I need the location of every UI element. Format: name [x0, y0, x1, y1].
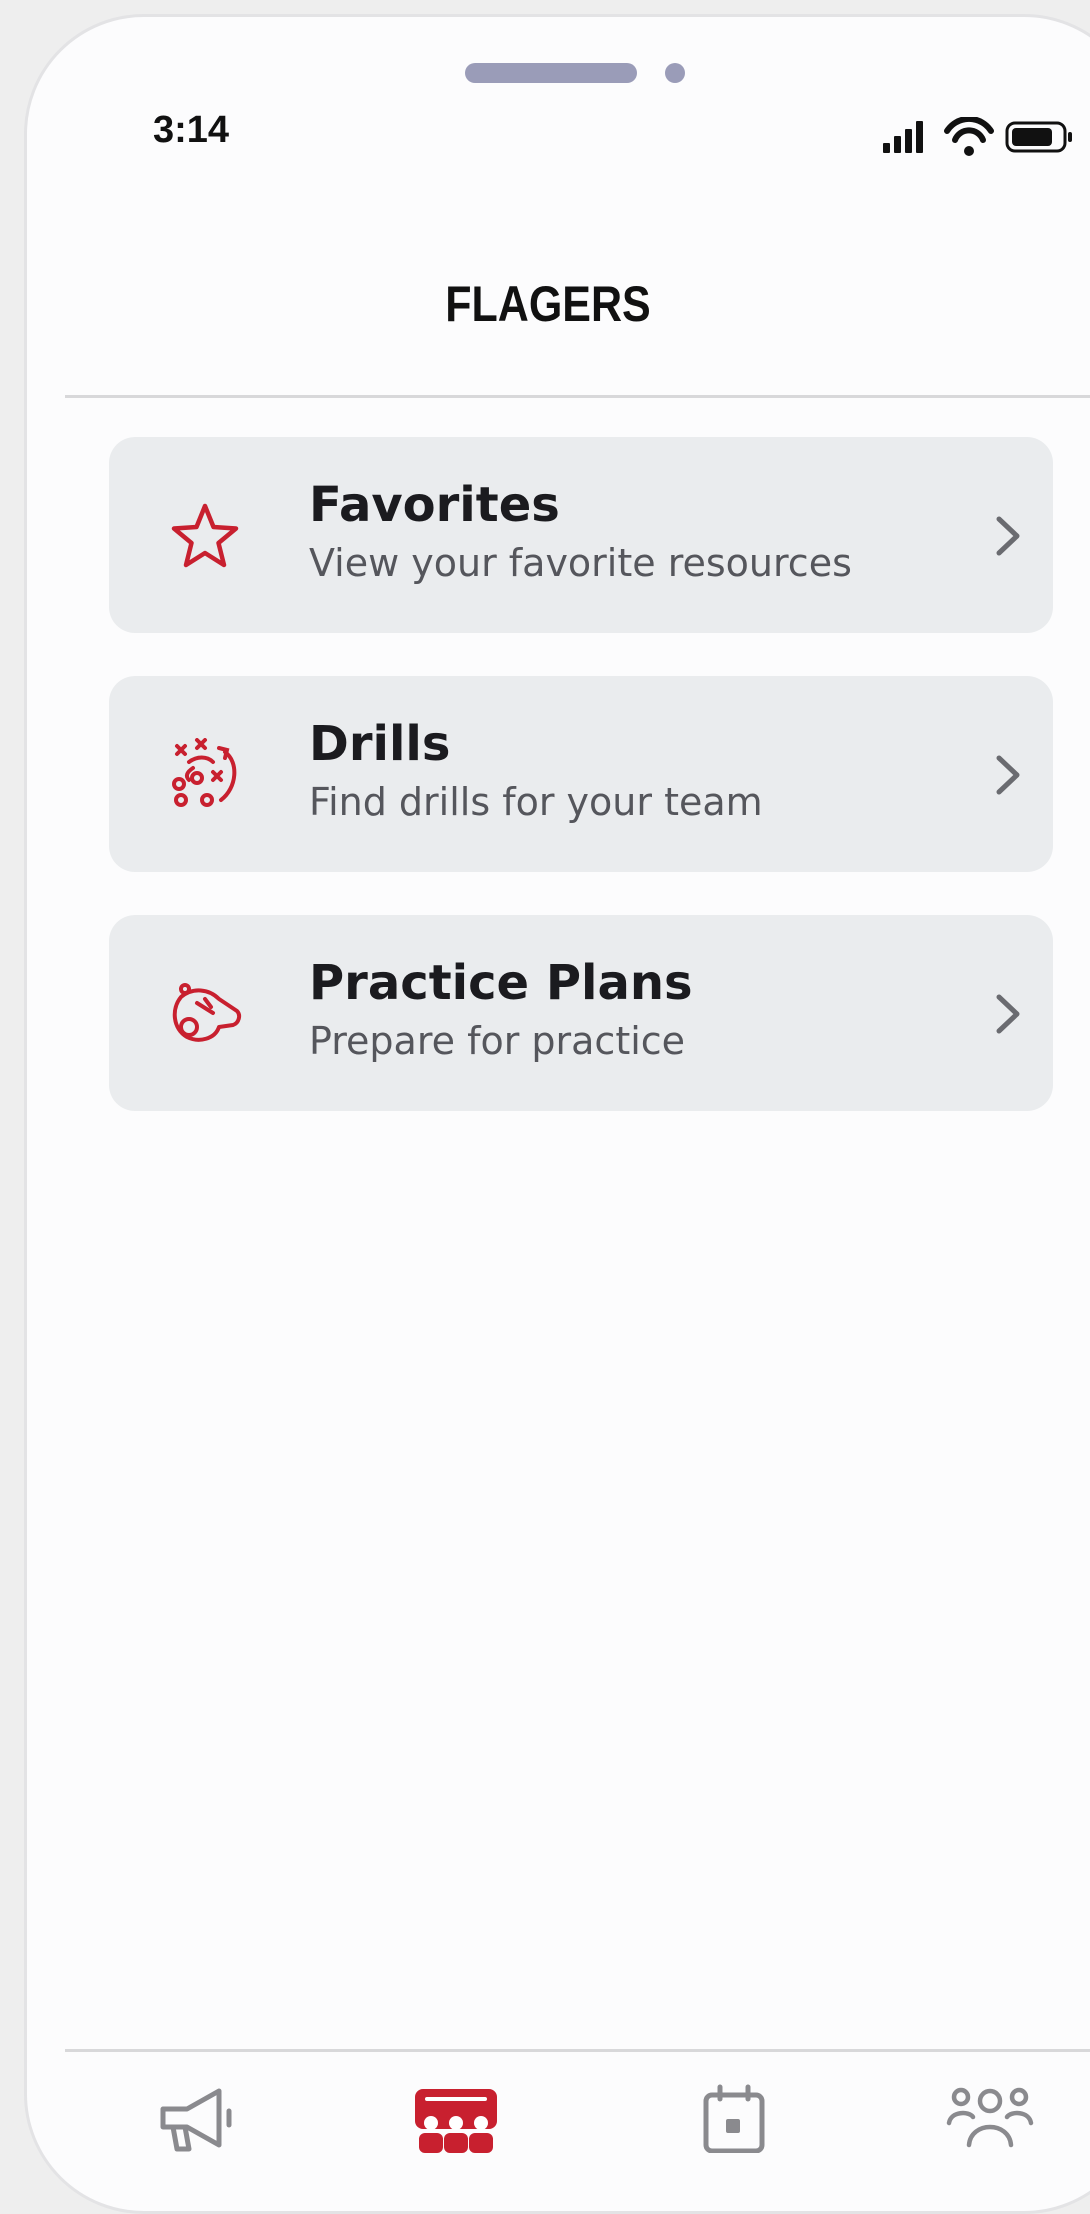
phone-screen: 3:14 FLAGERS Favorites View your favorit… [24, 14, 1090, 2214]
calendar-icon [703, 2084, 765, 2154]
whistle-icon [167, 977, 243, 1053]
tab-calendar[interactable] [690, 2083, 780, 2154]
megaphone-icon [160, 2088, 232, 2152]
dynamic-island-pill [465, 63, 637, 83]
menu-item-title: Practice Plans [309, 955, 693, 1011]
battery-icon [1005, 121, 1072, 153]
people-icon [946, 2087, 1034, 2148]
team-icon [415, 2089, 497, 2153]
menu-item-drills[interactable]: Drills Find drills for your team [109, 676, 1053, 872]
status-time: 3:14 [153, 109, 230, 151]
tab-bar-divider [65, 2049, 1090, 2052]
chevron-right-icon [991, 752, 1025, 798]
signal-icon [883, 121, 923, 153]
menu-item-title: Favorites [309, 477, 560, 533]
tab-people[interactable] [945, 2083, 1035, 2153]
menu-item-favorites[interactable]: Favorites View your favorite resources [109, 437, 1053, 633]
menu-item-subtitle: Prepare for practice [309, 1019, 686, 1063]
header-divider [65, 395, 1090, 398]
playbook-icon [167, 738, 243, 814]
chevron-right-icon [991, 513, 1025, 559]
tab-team[interactable] [411, 2083, 501, 2153]
camera-dot [665, 63, 685, 83]
tab-announcements[interactable] [153, 2083, 243, 2153]
status-icons [875, 115, 1085, 157]
menu-item-practice-plans[interactable]: Practice Plans Prepare for practice [109, 915, 1053, 1111]
chevron-right-icon [991, 991, 1025, 1037]
wifi-icon [944, 115, 994, 156]
menu-item-subtitle: View your favorite resources [309, 541, 852, 585]
star-icon [167, 499, 243, 575]
menu-item-subtitle: Find drills for your team [309, 780, 763, 824]
menu-item-title: Drills [309, 716, 451, 772]
page-title: FLAGERS [445, 276, 651, 332]
